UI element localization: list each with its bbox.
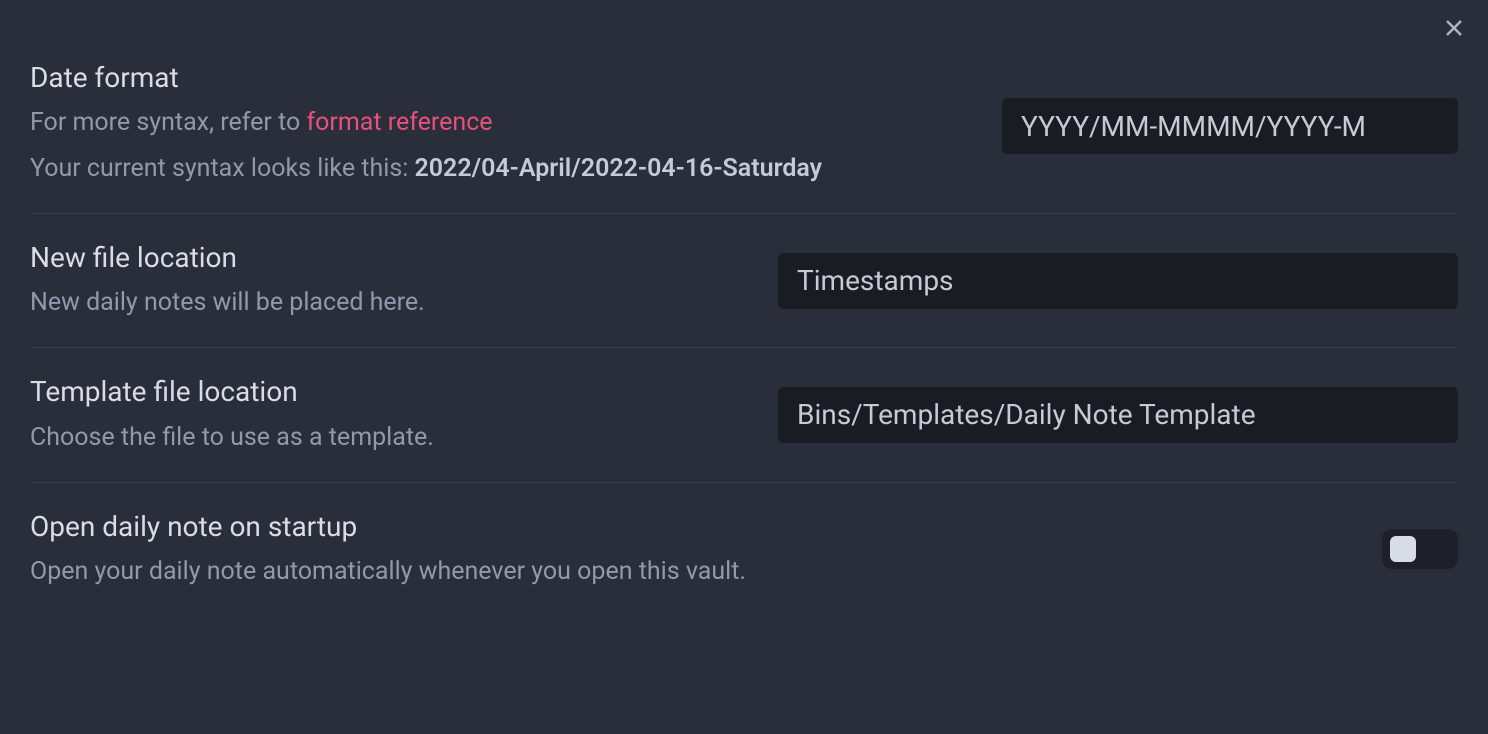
close-icon (1442, 16, 1466, 40)
setting-control (1002, 98, 1458, 154)
setting-control (1382, 529, 1458, 569)
date-format-input[interactable] (1002, 98, 1458, 154)
description-text: For more syntax, refer to (30, 108, 306, 137)
preview-prefix: Your current syntax looks like this: (30, 154, 414, 183)
setting-info: Open daily note on startup Open your dai… (30, 507, 1382, 592)
template-file-location-input[interactable] (778, 387, 1458, 443)
setting-control (778, 387, 1458, 443)
setting-name: Template file location (30, 372, 748, 411)
setting-open-on-startup: Open daily note on startup Open your dai… (30, 483, 1458, 616)
close-button[interactable] (1438, 12, 1470, 44)
setting-info: Template file location Choose the file t… (30, 372, 778, 457)
setting-name: Open daily note on startup (30, 507, 1352, 546)
setting-description: Open your daily note automatically whene… (30, 552, 1352, 592)
setting-new-file-location: New file location New daily notes will b… (30, 214, 1458, 348)
new-file-location-input[interactable] (778, 253, 1458, 309)
format-reference-link[interactable]: format reference (306, 108, 492, 137)
setting-description: Choose the file to use as a template. (30, 418, 748, 458)
setting-description: New daily notes will be placed here. (30, 283, 748, 323)
setting-info: Date format For more syntax, refer to fo… (30, 58, 1002, 189)
setting-info: New file location New daily notes will b… (30, 238, 778, 323)
setting-preview: Your current syntax looks like this: 202… (30, 149, 972, 189)
setting-name: New file location (30, 238, 748, 277)
open-on-startup-toggle[interactable] (1382, 529, 1458, 569)
setting-control (778, 253, 1458, 309)
toggle-knob (1390, 536, 1416, 562)
setting-description: For more syntax, refer to format referen… (30, 103, 972, 143)
setting-template-file-location: Template file location Choose the file t… (30, 348, 1458, 482)
setting-name: Date format (30, 58, 972, 97)
settings-container: Date format For more syntax, refer to fo… (0, 0, 1488, 646)
setting-date-format: Date format For more syntax, refer to fo… (30, 58, 1458, 214)
preview-value: 2022/04-April/2022-04-16-Saturday (414, 154, 822, 183)
